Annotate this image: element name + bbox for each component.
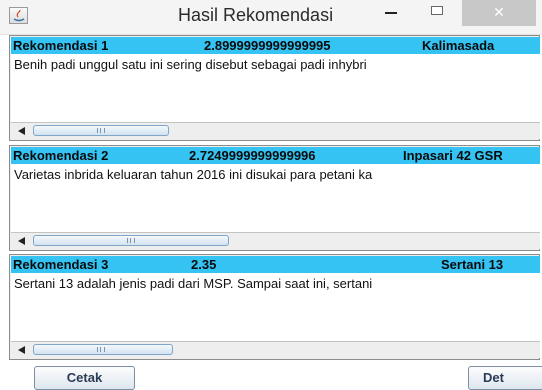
java-app-icon bbox=[9, 7, 28, 24]
scrollbar-thumb[interactable] bbox=[33, 125, 169, 136]
recommendation-description: Sertani 13 adalah jenis padi dari MSP. S… bbox=[14, 276, 373, 291]
recommendation-panel-3: Rekomendasi 3 2.35 Sertani 13 Sertani 13… bbox=[9, 254, 540, 360]
recommendation-header: Rekomendasi 3 2.35 Sertani 13 bbox=[11, 256, 540, 273]
recommendation-label: Rekomendasi 1 bbox=[13, 38, 109, 53]
description-text-area[interactable]: Sertani 13 adalah jenis padi dari MSP. S… bbox=[11, 273, 540, 341]
maximize-button[interactable] bbox=[418, 0, 456, 26]
description-text-area[interactable]: Varietas inbrida keluaran tahun 2016 ini… bbox=[11, 164, 540, 232]
recommendation-panel-2: Rekomendasi 2 2.7249999999999996 Inpasar… bbox=[9, 145, 540, 251]
scrollbar-thumb[interactable] bbox=[33, 235, 229, 246]
scrollbar-thumb[interactable] bbox=[33, 344, 173, 355]
scroll-left-icon[interactable] bbox=[18, 346, 25, 354]
recommendation-label: Rekomendasi 2 bbox=[13, 148, 109, 163]
recommendation-header: Rekomendasi 2 2.7249999999999996 Inpasar… bbox=[11, 147, 540, 164]
minimize-button[interactable] bbox=[372, 0, 410, 26]
window-title: Hasil Rekomendasi bbox=[178, 5, 334, 25]
grip-icon bbox=[97, 347, 105, 352]
title-bar: Hasil Rekomendasi ✕ bbox=[0, 0, 542, 35]
close-icon: ✕ bbox=[493, 4, 505, 20]
maximize-icon bbox=[431, 6, 443, 15]
horizontal-scrollbar[interactable] bbox=[11, 341, 540, 358]
recommendation-variety: Inpasari 42 GSR bbox=[403, 148, 503, 163]
recommendation-score: 2.35 bbox=[191, 257, 217, 272]
recommendation-panel-1: Rekomendasi 1 2.8999999999999995 Kalimas… bbox=[9, 35, 540, 141]
grip-icon bbox=[97, 128, 105, 133]
recommendation-score: 2.8999999999999995 bbox=[204, 38, 331, 53]
scroll-left-icon[interactable] bbox=[18, 127, 25, 135]
recommendation-header: Rekomendasi 1 2.8999999999999995 Kalimas… bbox=[11, 37, 540, 54]
recommendation-description: Varietas inbrida keluaran tahun 2016 ini… bbox=[14, 167, 373, 182]
print-button[interactable]: Cetak bbox=[34, 366, 135, 390]
description-text-area[interactable]: Benih padi unggul satu ini sering disebu… bbox=[11, 54, 540, 122]
detail-button[interactable]: Det bbox=[468, 366, 542, 390]
minimize-icon bbox=[385, 12, 397, 14]
recommendation-score: 2.7249999999999996 bbox=[189, 148, 316, 163]
recommendation-variety: Kalimasada bbox=[422, 38, 495, 53]
horizontal-scrollbar[interactable] bbox=[11, 122, 540, 139]
close-button[interactable]: ✕ bbox=[462, 0, 536, 26]
horizontal-scrollbar[interactable] bbox=[11, 232, 540, 249]
recommendation-variety: Sertani 13 bbox=[441, 257, 504, 272]
grip-icon bbox=[127, 238, 135, 243]
recommendation-label: Rekomendasi 3 bbox=[13, 257, 109, 272]
recommendation-description: Benih padi unggul satu ini sering disebu… bbox=[14, 57, 367, 72]
scroll-left-icon[interactable] bbox=[18, 237, 25, 245]
